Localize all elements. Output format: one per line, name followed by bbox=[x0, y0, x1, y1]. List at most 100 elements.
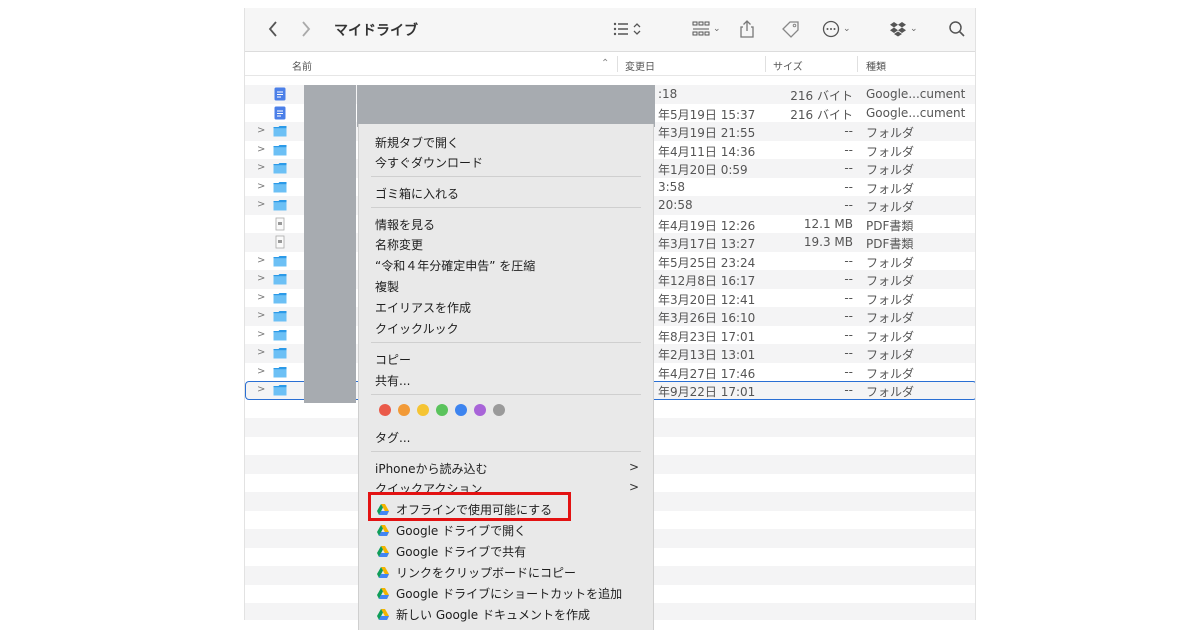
disclosure-chevron-icon[interactable]: > bbox=[257, 162, 265, 173]
row-date: 年3月17日 13:27 bbox=[658, 237, 756, 251]
disclosure-chevron-icon[interactable]: > bbox=[257, 144, 265, 155]
row-kind: フォルダ bbox=[866, 348, 915, 362]
row-kind: フォルダ bbox=[866, 163, 915, 177]
share-icon bbox=[740, 20, 754, 38]
dropbox-icon bbox=[890, 22, 906, 37]
more-actions-button[interactable]: ⌄ bbox=[822, 17, 851, 41]
row-size: -- bbox=[844, 383, 853, 397]
tag-color-dot[interactable] bbox=[493, 404, 505, 416]
menu-item-copy[interactable]: コピー bbox=[375, 351, 411, 368]
tag-button[interactable] bbox=[781, 17, 801, 41]
menu-item-copy-link[interactable]: リンクをクリップボードにコピー bbox=[377, 564, 576, 581]
list-view-button[interactable] bbox=[613, 17, 645, 41]
tag-color-dot[interactable] bbox=[398, 404, 410, 416]
disclosure-chevron-icon[interactable]: > bbox=[257, 310, 265, 321]
menu-item-label: Google ドライブにショートカットを追加 bbox=[396, 587, 623, 601]
tag-color-dot[interactable] bbox=[417, 404, 429, 416]
tag-color-dot[interactable] bbox=[474, 404, 486, 416]
disclosure-chevron-icon[interactable]: > bbox=[257, 273, 265, 284]
group-button[interactable]: ⌄ bbox=[692, 17, 721, 41]
row-size: -- bbox=[844, 364, 853, 379]
column-divider bbox=[617, 56, 618, 72]
menu-item-quick-look[interactable]: クイックルック bbox=[375, 320, 459, 337]
menu-item-label: リンクをクリップボードにコピー bbox=[396, 566, 577, 580]
disclosure-chevron-icon[interactable]: > bbox=[257, 384, 265, 395]
share-button[interactable] bbox=[739, 17, 755, 41]
column-size[interactable]: サイズ bbox=[773, 58, 803, 73]
row-date: 年4月11日 14:36 bbox=[658, 144, 756, 159]
column-modified[interactable]: 変更日 bbox=[625, 58, 655, 73]
menu-item-share-gdrive[interactable]: Google ドライブで共有 bbox=[377, 543, 526, 560]
menu-separator bbox=[371, 451, 641, 452]
pdf-icon bbox=[273, 217, 287, 231]
row-size: -- bbox=[844, 161, 853, 175]
search-button[interactable] bbox=[948, 17, 966, 41]
chevron-right-icon bbox=[302, 21, 311, 37]
disclosure-chevron-icon[interactable]: > bbox=[257, 347, 265, 358]
disclosure-chevron-icon[interactable]: > bbox=[257, 125, 265, 136]
menu-item-import-iphone[interactable]: iPhoneから読み込む > bbox=[375, 460, 639, 477]
list-view-icon bbox=[613, 22, 641, 36]
menu-item-new-gdoc[interactable]: 新しい Google ドキュメントを作成 bbox=[377, 606, 590, 623]
row-date: 年5月19日 15:37 bbox=[658, 107, 756, 122]
disclosure-chevron-icon[interactable]: > bbox=[257, 199, 265, 210]
row-kind: フォルダ bbox=[866, 126, 915, 140]
menu-item-make-alias[interactable]: エイリアスを作成 bbox=[375, 299, 471, 316]
column-name[interactable]: 名前 bbox=[292, 58, 312, 73]
row-kind: フォルダ bbox=[866, 366, 915, 381]
document-icon bbox=[273, 87, 287, 101]
row-date: 年4月19日 12:26 bbox=[658, 218, 756, 233]
row-size: -- bbox=[844, 142, 853, 157]
google-drive-icon bbox=[377, 567, 389, 578]
folder-icon bbox=[273, 198, 287, 212]
forward-button[interactable] bbox=[300, 17, 312, 41]
row-date: 年4月27日 17:46 bbox=[658, 366, 756, 381]
folder-title: マイドライブ bbox=[334, 23, 418, 39]
back-button[interactable] bbox=[267, 17, 279, 41]
disclosure-chevron-icon[interactable]: > bbox=[257, 292, 265, 303]
row-size: -- bbox=[844, 124, 853, 138]
column-header: 名前 ⌃ 変更日 サイズ 種類 bbox=[245, 52, 975, 76]
disclosure-chevron-icon[interactable]: > bbox=[257, 329, 265, 340]
disclosure-chevron-icon[interactable]: > bbox=[257, 366, 265, 377]
folder-icon bbox=[273, 143, 287, 157]
menu-item-get-info[interactable]: 情報を見る bbox=[375, 216, 435, 233]
row-date: 年9月22日 17:01 bbox=[658, 385, 756, 399]
tag-color-dot[interactable] bbox=[436, 404, 448, 416]
tag-color-dot[interactable] bbox=[379, 404, 391, 416]
row-kind: PDF書類 bbox=[866, 218, 914, 233]
row-size: -- bbox=[844, 309, 853, 323]
dropbox-button[interactable]: ⌄ bbox=[889, 17, 918, 41]
row-kind: PDF書類 bbox=[866, 237, 914, 251]
menu-item-open-new-tab[interactable]: 新規タブで開く bbox=[375, 134, 459, 151]
menu-item-share[interactable]: 共有... bbox=[375, 372, 410, 389]
menu-item-move-to-trash[interactable]: ゴミ箱に入れる bbox=[375, 185, 459, 202]
menu-separator bbox=[371, 394, 641, 395]
folder-icon bbox=[273, 309, 287, 323]
tag-icon bbox=[782, 21, 799, 38]
menu-item-rename[interactable]: 名称変更 bbox=[375, 236, 423, 253]
column-kind[interactable]: 種類 bbox=[866, 58, 886, 73]
row-date: 年2月13日 13:01 bbox=[658, 348, 756, 362]
chevron-down-icon: ⌄ bbox=[910, 24, 918, 34]
row-date: 年3月19日 21:55 bbox=[658, 126, 756, 140]
menu-item-compress[interactable]: “令和４年分確定申告” を圧縮 bbox=[375, 257, 535, 274]
menu-item-open-gdrive[interactable]: Google ドライブで開く bbox=[377, 522, 526, 539]
menu-item-download-now[interactable]: 今すぐダウンロード bbox=[375, 154, 483, 171]
menu-item-add-shortcut[interactable]: Google ドライブにショートカットを追加 bbox=[377, 585, 622, 602]
grid-icon bbox=[692, 21, 710, 36]
menu-item-duplicate[interactable]: 複製 bbox=[375, 278, 399, 295]
row-date: 年1月20日 0:59 bbox=[658, 163, 748, 177]
row-size: 19.3 MB bbox=[803, 235, 853, 249]
redacted-area bbox=[357, 85, 655, 127]
row-date: 3:58 bbox=[658, 179, 685, 194]
tag-color-dot[interactable] bbox=[455, 404, 467, 416]
row-kind: フォルダ bbox=[866, 255, 915, 270]
disclosure-chevron-icon[interactable]: > bbox=[257, 181, 265, 192]
chevron-down-icon: ⌄ bbox=[843, 24, 851, 34]
folder-icon bbox=[273, 272, 287, 286]
row-size: 12.1 MB bbox=[803, 216, 853, 231]
disclosure-chevron-icon[interactable]: > bbox=[257, 255, 265, 266]
folder-icon bbox=[273, 124, 287, 138]
menu-item-tags[interactable]: タグ... bbox=[375, 429, 410, 446]
